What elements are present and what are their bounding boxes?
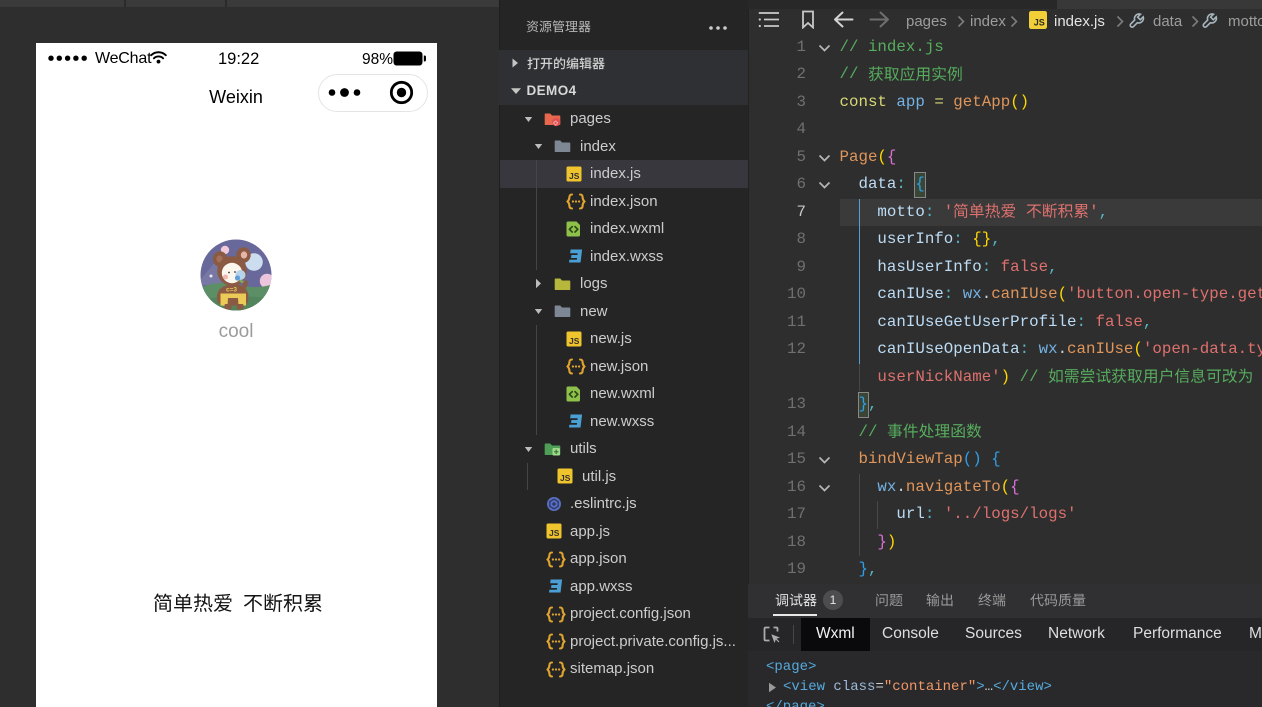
svg-text:JS: JS	[560, 473, 571, 483]
svg-text:JS: JS	[569, 336, 580, 346]
svg-text:c=3: c=3	[226, 287, 237, 294]
svg-text:JS: JS	[1034, 18, 1045, 28]
svg-text:◇: ◇	[552, 119, 558, 126]
svg-text:JS: JS	[569, 171, 580, 181]
svg-text:JS: JS	[549, 528, 560, 538]
